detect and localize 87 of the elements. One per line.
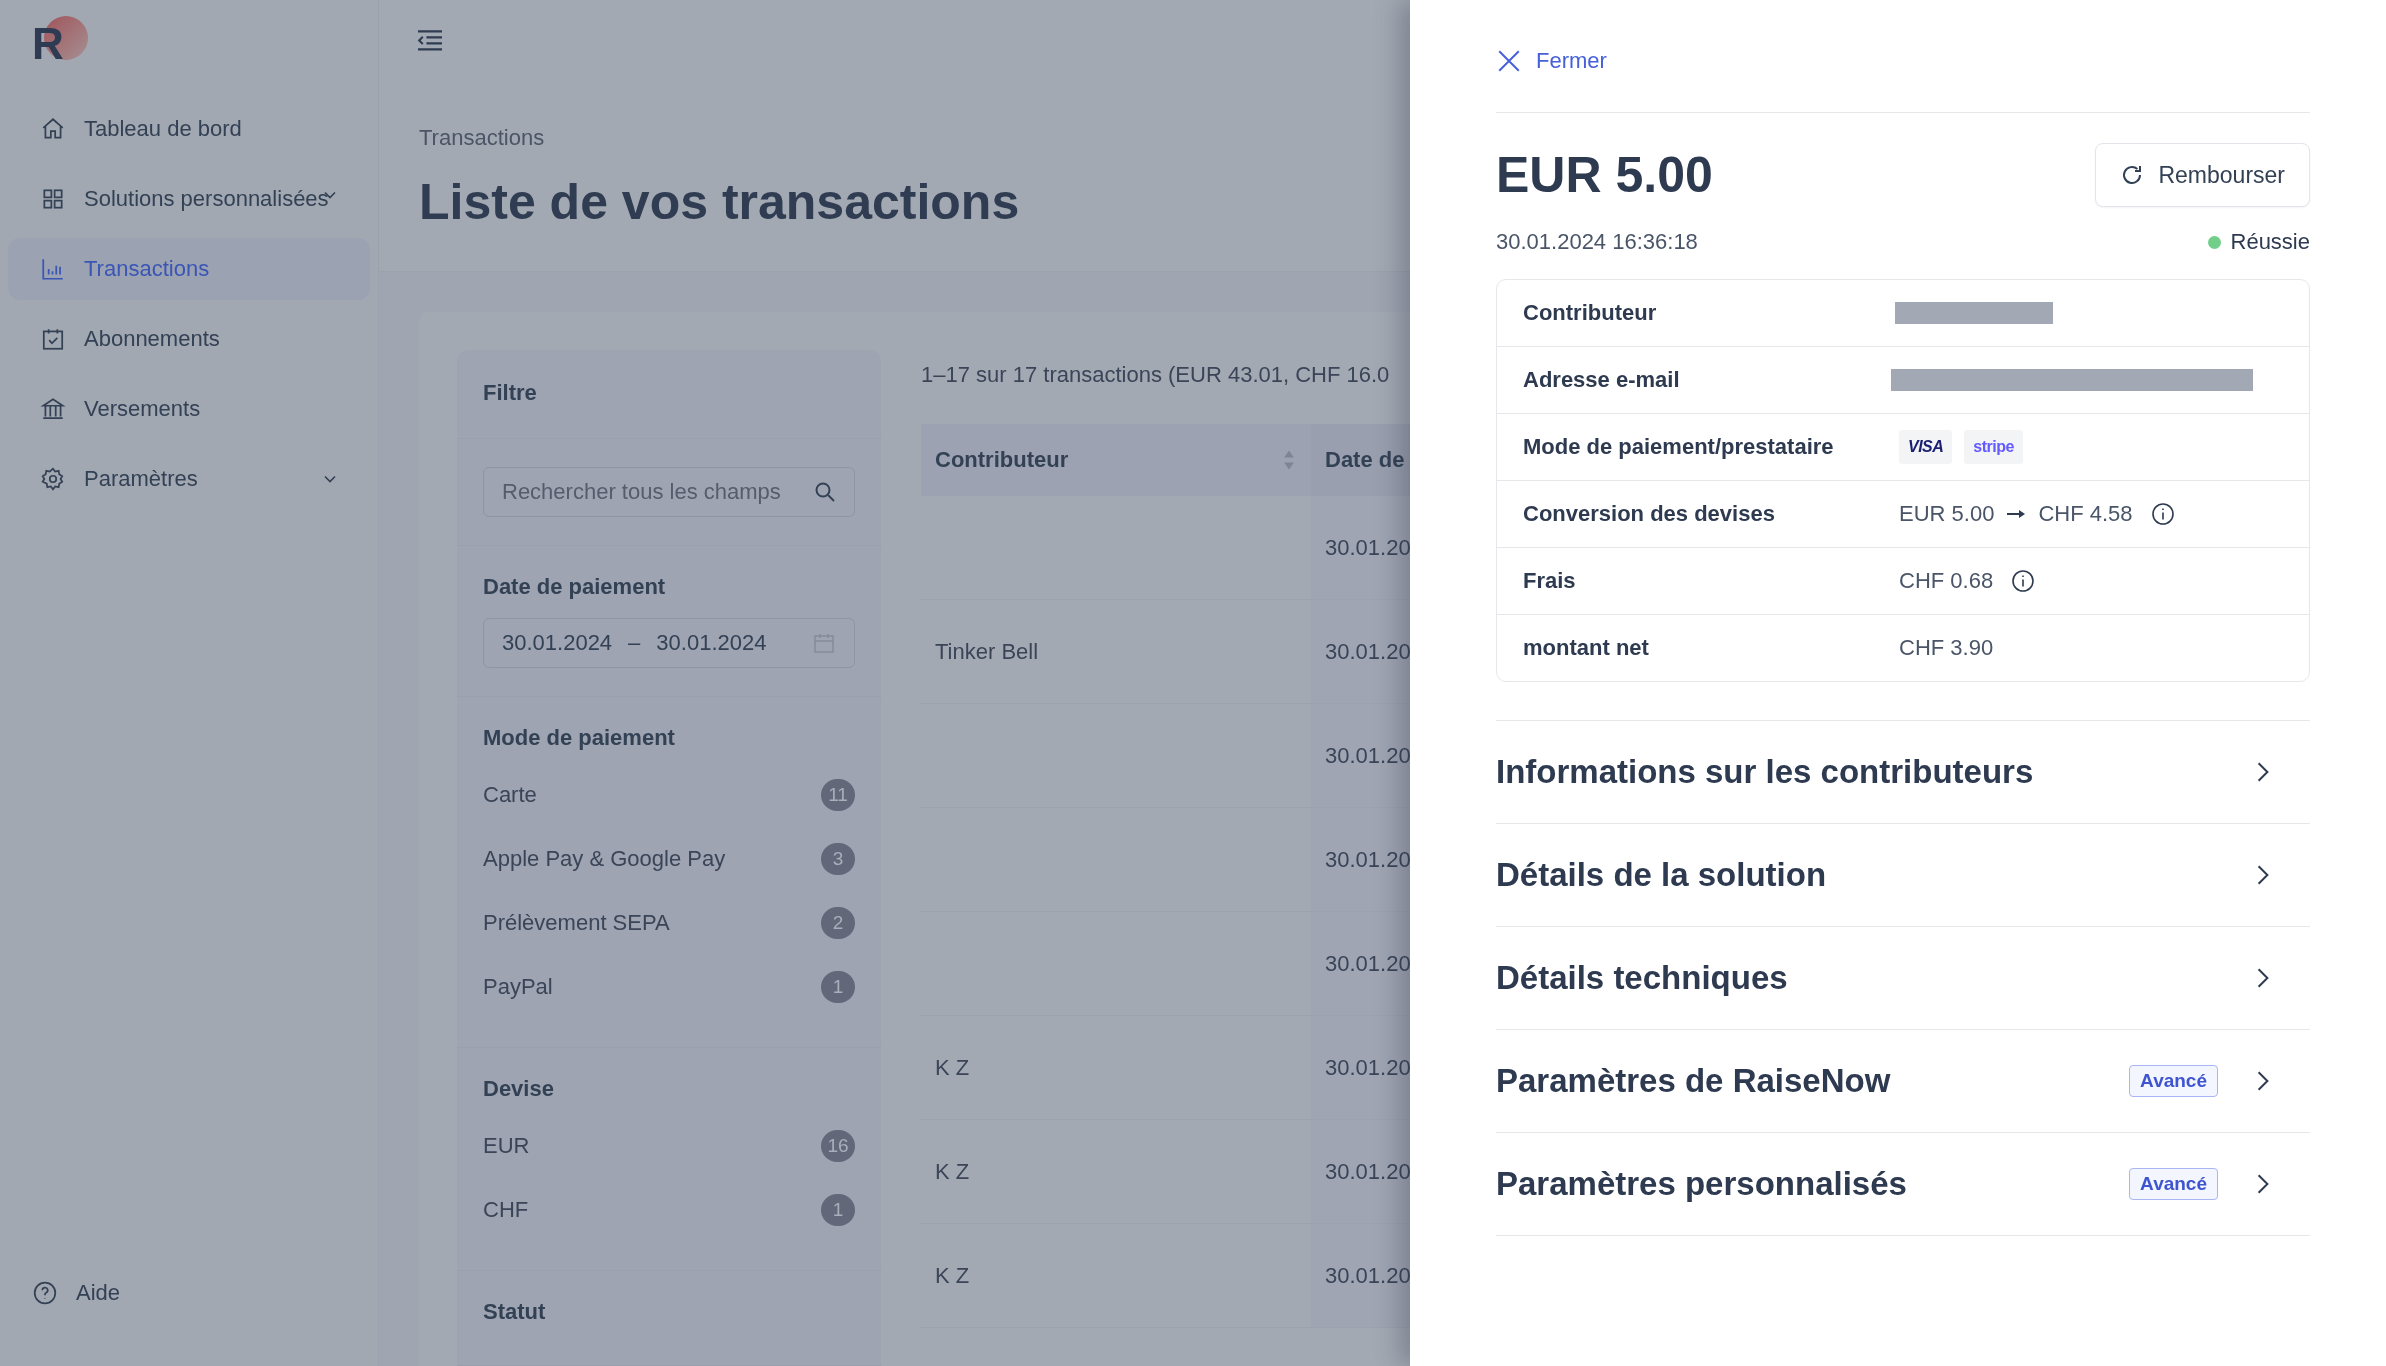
count-badge: 2 [821,907,855,939]
filter-option[interactable]: PayPal [483,974,553,1000]
refund-button[interactable]: Rembourser [2095,143,2310,207]
payment-logo: VISA [1899,430,1953,464]
detail-value: CHF 3.90 [1899,635,1994,661]
table-cell: 30.01.20 [1325,1158,1410,1185]
table-cell: 30.01.20 [1325,1054,1410,1081]
filter-option[interactable]: EUR [483,1133,530,1159]
detail-label: Contributeur [1523,300,1658,326]
bar-chart-icon [40,256,66,282]
menu-icon[interactable] [415,28,445,53]
transaction-date: 30.01.2024 16:36:18 [1496,229,1698,255]
amount: EUR 5.00 [1496,146,1713,204]
close-button[interactable]: Fermer [1496,48,1607,74]
info-icon [2011,569,2036,593]
column-header[interactable]: Contributeur [921,424,1311,496]
accordion-item[interactable]: Détails techniques [1496,927,2310,1030]
breadcrumb[interactable]: Transactions [419,125,1370,151]
date-range-field[interactable]: 30.01.2024 – 30.01.2024 [483,618,855,668]
detail-label: Mode de paiement/prestataire [1523,434,1835,460]
detail-label: montant net [1523,635,1650,661]
table-cell: K Z [935,1054,970,1081]
chevron-right-icon [2256,1173,2270,1195]
filter-option[interactable]: Prélèvement SEPA [483,910,670,936]
count-badge: 1 [821,971,855,1003]
settings-icon [40,466,66,492]
chevron-right-icon [2256,864,2270,886]
nav-item[interactable]: Paramètres [8,448,370,510]
filter-option[interactable]: CHF [483,1197,529,1223]
table-cell: 30.01.20 [1325,534,1410,561]
filter-heading: Devise [483,1076,555,1102]
nav-item[interactable]: Solutions personnalisées [8,168,370,230]
nav-item[interactable]: Tableau de bord [8,98,370,160]
nav-item[interactable]: Transactions [8,238,370,300]
filter-option[interactable]: Apple Pay & Google Pay [483,846,726,872]
advanced-tag: Avancé [2129,1168,2218,1200]
advanced-tag: Avancé [2129,1065,2218,1097]
table-cell: 30.01.20 [1325,1262,1410,1289]
table-cell: 30.01.20 [1325,950,1410,977]
calendar-check-icon [40,326,66,352]
home-icon [40,116,66,142]
filter-heading: Mode de paiement [483,725,676,751]
table-cell: K Z [935,1158,970,1185]
filter-heading: Date de paiement [483,574,667,600]
filter-option[interactable]: Carte [483,782,537,808]
accordion-item[interactable]: Détails de la solution [1496,824,2310,927]
table-cell: 30.01.20 [1325,742,1410,769]
detail-label: Frais [1523,568,1577,594]
close-icon [1496,48,1522,74]
accordion-item[interactable]: Informations sur les contributeurs [1496,721,2310,824]
nav-item[interactable]: Abonnements [8,308,370,370]
chevron-right-icon [2256,967,2270,989]
info-icon [2150,502,2175,526]
chevron-right-icon [2256,1070,2270,1092]
table-cell: 30.01.20 [1325,638,1410,665]
detail-value: CHF 0.68 [1899,568,1994,594]
calendar-icon [812,631,836,655]
accordion-item[interactable]: Paramètres de RaiseNow Avancé [1496,1030,2310,1133]
grid-icon [40,186,66,212]
table-cell: 30.01.20 [1325,846,1410,873]
help-link[interactable]: Aide [32,1280,370,1306]
status-label: Réussie [2230,229,2310,255]
filter-title: Filtre [483,380,538,406]
search-field[interactable]: Rechercher tous les champs [483,467,855,517]
bank-icon [40,396,66,422]
filter-heading: Statut [483,1299,547,1325]
column-header[interactable]: Date de [1311,424,1410,496]
detail-value: CHF 4.58 [2038,501,2133,527]
sort-icon [1283,449,1295,471]
table-cell: K Z [935,1262,970,1289]
arrow-right-icon [2006,508,2027,520]
page-title: Liste de vos transactions [419,173,1021,231]
payment-logo: stripe [1964,430,2023,464]
search-icon [813,480,837,504]
table-cell: Tinker Bell [935,638,1039,665]
detail-value: EUR 5.00 [1899,501,1995,527]
help-icon [32,1280,58,1306]
count-badge: 3 [821,843,855,875]
results-summary: 1–17 sur 17 transactions (EUR 43.01, CHF 16.0 [921,362,1391,388]
count-badge: 11 [821,779,855,811]
count-badge: 16 [821,1130,855,1162]
nav-item[interactable]: Versements [8,378,370,440]
chevron-right-icon [2256,761,2270,783]
detail-label: Conversion des devises [1523,501,1776,527]
count-badge: 1 [821,1194,855,1226]
detail-label: Adresse e-mail [1523,367,1681,393]
accordion-item[interactable]: Paramètres personnalisés Avancé [1496,1133,2310,1236]
